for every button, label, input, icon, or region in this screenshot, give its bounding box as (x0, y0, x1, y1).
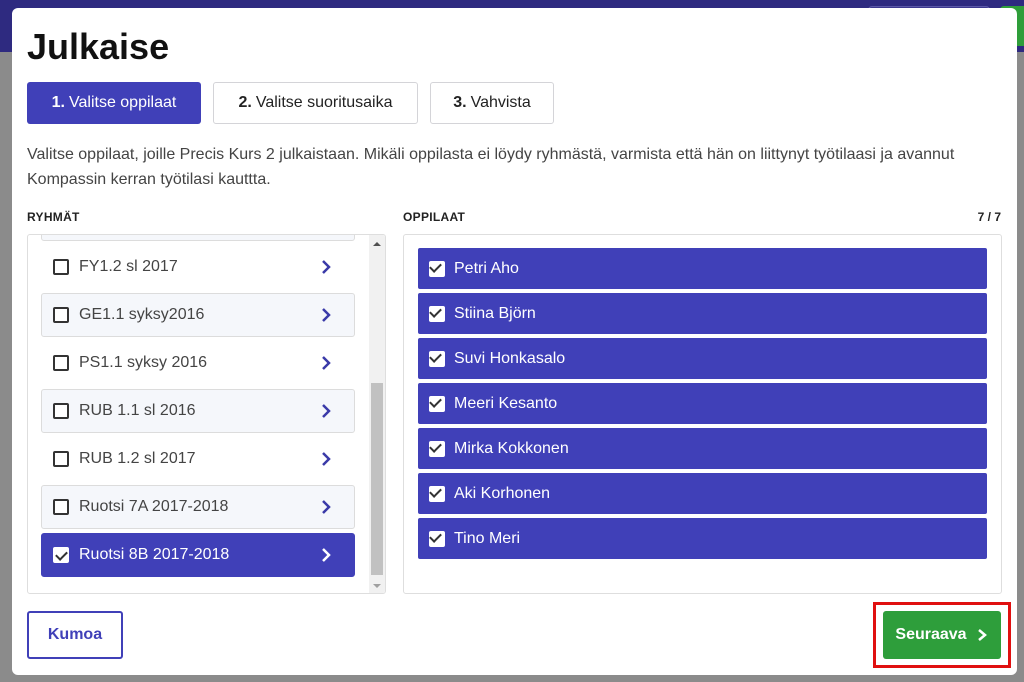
checkbox-checked-icon[interactable] (429, 529, 445, 547)
checkbox-checked-icon[interactable] (429, 439, 445, 457)
group-item[interactable]: GE1.1 syksy2016 (41, 293, 355, 337)
cancel-button[interactable]: Kumoa (27, 611, 123, 659)
checkbox-checked-icon[interactable] (429, 304, 445, 322)
checkbox-icon[interactable] (53, 451, 69, 467)
student-name: Aki Korhonen (454, 484, 551, 502)
group-label: GE1.1 syksy2016 (79, 306, 205, 323)
group-item[interactable]: FY1.2 sl 2017 (41, 245, 355, 289)
checkbox-icon[interactable] (53, 403, 69, 419)
group-item[interactable]: Ruotsi 7A 2017-2018 (41, 485, 355, 529)
step-2-tab[interactable]: 2. Valitse suoritusaika (213, 82, 418, 124)
student-item[interactable]: Stiina Björn (418, 293, 987, 334)
group-label: PS1.1 syksy 2016 (79, 354, 208, 371)
step-number: 2. (238, 94, 252, 111)
student-name: Tino Meri (454, 529, 521, 547)
chevron-right-icon (322, 500, 331, 514)
checkbox-icon[interactable] (53, 307, 69, 323)
next-button-label: Seuraava (895, 626, 967, 643)
students-heading: OPPILAAT (403, 210, 466, 224)
group-label: FY1.2 sl 2017 (79, 258, 178, 275)
student-item[interactable]: Aki Korhonen (418, 473, 987, 514)
scrollbar-thumb[interactable] (371, 383, 383, 575)
chevron-right-icon (322, 452, 331, 466)
publish-dialog: Julkaise 1. Valitse oppilaat 2. Valitse … (12, 8, 1017, 675)
groups-scrollbar[interactable] (369, 235, 385, 593)
checkbox-checked-icon[interactable] (429, 484, 445, 502)
group-item-selected[interactable]: Ruotsi 8B 2017-2018 (41, 533, 355, 577)
student-name: Stiina Björn (454, 304, 536, 322)
student-item[interactable]: Mirka Kokkonen (418, 428, 987, 469)
step-3-tab[interactable]: 3. Vahvista (430, 82, 554, 124)
checkbox-icon[interactable] (53, 259, 69, 275)
checkbox-checked-icon[interactable] (429, 394, 445, 412)
checkbox-checked-icon[interactable] (429, 259, 445, 277)
checkbox-icon[interactable] (53, 499, 69, 515)
list-item-partial[interactable] (41, 235, 355, 241)
student-name: Suvi Honkasalo (454, 349, 566, 367)
step-label: Valitse suoritusaika (255, 94, 393, 111)
chevron-right-icon (977, 629, 987, 641)
chevron-right-icon (322, 356, 331, 370)
students-list: Petri Aho Stiina Björn Suvi Honkasalo Me… (403, 234, 1002, 594)
student-name: Mirka Kokkonen (454, 439, 569, 457)
chevron-right-icon (322, 548, 331, 562)
groups-list[interactable]: FY1.2 sl 2017 GE1.1 syksy2016 PS1.1 syks… (27, 234, 386, 594)
group-label: Ruotsi 7A 2017-2018 (79, 498, 229, 515)
group-item[interactable]: RUB 1.2 sl 2017 (41, 437, 355, 481)
scroll-down-arrow-icon[interactable] (369, 579, 385, 593)
dialog-title: Julkaise (27, 26, 170, 67)
student-name: Meeri Kesanto (454, 394, 558, 412)
group-label: RUB 1.2 sl 2017 (79, 450, 196, 467)
group-label: Ruotsi 8B 2017-2018 (79, 546, 230, 563)
student-item[interactable]: Suvi Honkasalo (418, 338, 987, 379)
step-label: Valitse oppilaat (69, 94, 177, 111)
checkbox-icon[interactable] (53, 355, 69, 371)
group-label: RUB 1.1 sl 2016 (79, 402, 196, 419)
students-count: 7 / 7 (977, 210, 1001, 224)
group-item[interactable]: PS1.1 syksy 2016 (41, 341, 355, 385)
scroll-up-arrow-icon[interactable] (369, 237, 385, 251)
groups-heading: RYHMÄT (27, 210, 80, 224)
step-number: 1. (51, 94, 65, 111)
chevron-right-icon (322, 404, 331, 418)
chevron-right-icon (322, 308, 331, 322)
checkbox-checked-icon[interactable] (53, 547, 69, 563)
next-button[interactable]: Seuraava (883, 611, 1001, 659)
student-name: Petri Aho (454, 259, 519, 277)
group-item[interactable]: RUB 1.1 sl 2016 (41, 389, 355, 433)
step-number: 3. (453, 94, 467, 111)
student-item[interactable]: Meeri Kesanto (418, 383, 987, 424)
student-item[interactable]: Petri Aho (418, 248, 987, 289)
step-1-tab[interactable]: 1. Valitse oppilaat (27, 82, 201, 124)
chevron-right-icon (322, 260, 331, 274)
student-item[interactable]: Tino Meri (418, 518, 987, 559)
checkbox-checked-icon[interactable] (429, 349, 445, 367)
step-label: Vahvista (470, 94, 531, 111)
dialog-description: Valitse oppilaat, joille Precis Kurs 2 j… (27, 146, 955, 188)
